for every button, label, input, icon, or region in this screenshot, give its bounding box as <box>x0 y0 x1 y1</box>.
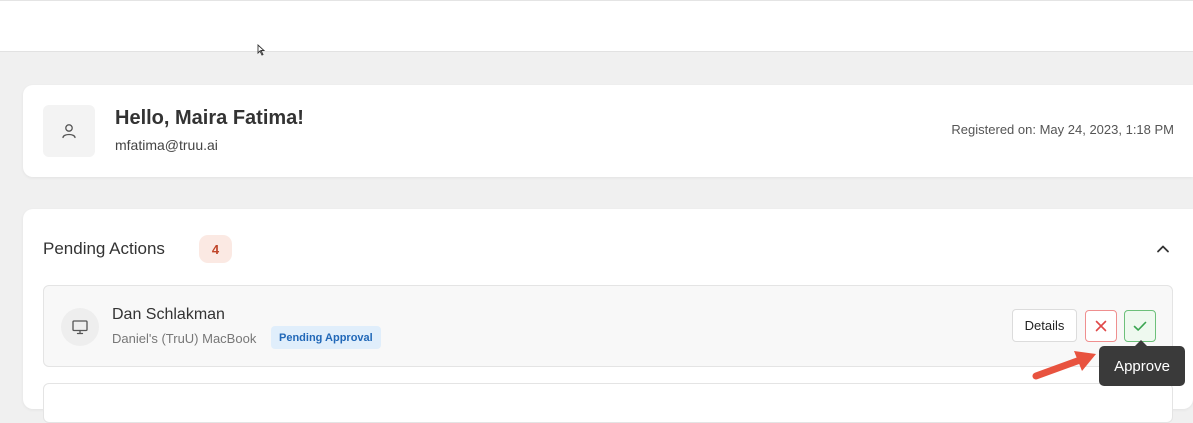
status-badge: Pending Approval <box>271 326 381 349</box>
registered-date: Registered on: May 24, 2023, 1:18 PM <box>951 122 1174 137</box>
close-icon <box>1095 320 1107 332</box>
chevron-up-icon[interactable] <box>1155 241 1171 257</box>
pending-action-row <box>43 383 1173 423</box>
details-button[interactable]: Details <box>1012 309 1077 342</box>
pending-action-row: Dan Schlakman Daniel's (TruU) MacBook Pe… <box>43 285 1173 367</box>
device-name: Daniel's (TruU) MacBook <box>112 331 257 346</box>
user-icon <box>62 124 76 139</box>
pending-actions-title: Pending Actions <box>43 239 165 258</box>
profile-card: Hello, Maira Fatima! mfatima@truu.ai Reg… <box>23 85 1193 177</box>
top-bar <box>0 0 1193 52</box>
check-icon <box>1133 321 1147 331</box>
mouse-cursor-icon <box>257 44 266 56</box>
pending-actions-card: Pending Actions 4 Dan Schlakman Daniel's… <box>23 209 1193 423</box>
requester-name: Dan Schlakman <box>112 306 225 323</box>
device-avatar <box>61 308 99 346</box>
avatar <box>43 105 95 157</box>
approve-tooltip: Approve <box>1099 346 1185 386</box>
user-email: mfatima@truu.ai <box>115 137 218 153</box>
pending-count-badge: 4 <box>199 235 232 263</box>
reject-button[interactable] <box>1085 310 1117 342</box>
annotation-arrow-icon <box>1032 351 1096 380</box>
greeting: Hello, Maira Fatima! <box>115 107 304 129</box>
approve-button[interactable] <box>1124 310 1156 342</box>
monitor-icon <box>72 320 88 335</box>
